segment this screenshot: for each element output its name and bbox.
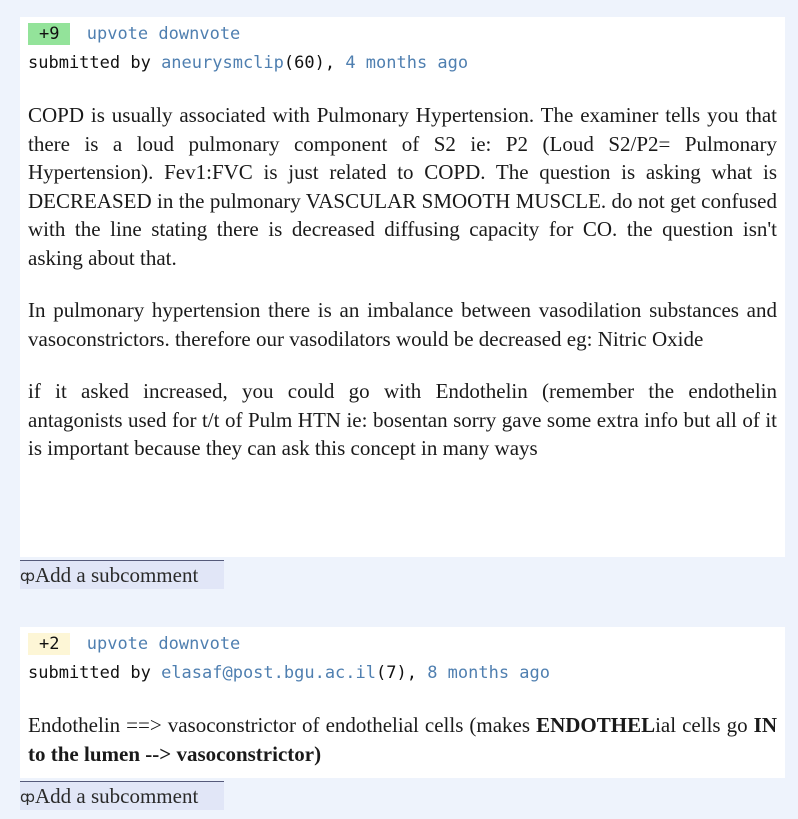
submitted-by-line: submitted by aneurysmclip(60), 4 months … xyxy=(28,52,468,74)
comment-card: +2 upvote downvote submitted by elasaf@p… xyxy=(20,627,785,778)
submitted-by-label: submitted by xyxy=(28,663,162,683)
comment-paragraph: In pulmonary hypertension there is an im… xyxy=(28,298,777,351)
upvote-link[interactable]: upvote xyxy=(87,634,148,654)
body-text: ial cells go xyxy=(655,713,754,737)
submitted-by-line: submitted by elasaf@post.bgu.ac.il(7), 8… xyxy=(28,662,550,684)
add-subcomment-label: Add a subcomment xyxy=(34,784,199,808)
score-badge: +9 xyxy=(28,23,71,45)
submitted-by-label: submitted by xyxy=(28,53,162,73)
add-subcomment-label: Add a subcomment xyxy=(34,563,199,587)
comment-paragraph: COPD is usually associated with Pulmonar… xyxy=(28,103,777,270)
author-link[interactable]: aneurysmclip xyxy=(161,53,284,73)
comment-body: COPD is usually associated with Pulmonar… xyxy=(28,101,777,463)
score-badge: +2 xyxy=(28,633,71,655)
body-bold-text: ENDOTHEL xyxy=(536,713,656,737)
reply-icon: ȹ xyxy=(20,567,35,585)
comment-paragraph: if it asked increased, you could go with… xyxy=(28,379,777,460)
add-subcomment-button[interactable]: ȹAdd a subcomment xyxy=(20,560,224,589)
comment-card: +9 upvote downvote submitted by aneurysm… xyxy=(20,17,785,557)
reply-icon: ȹ xyxy=(20,788,35,806)
downvote-link[interactable]: downvote xyxy=(158,634,240,654)
comment-body: Endothelin ==> vasoconstrictor of endoth… xyxy=(28,711,777,768)
comment-age-link[interactable]: 8 months ago xyxy=(427,663,550,683)
comment-age-link[interactable]: 4 months ago xyxy=(345,53,468,73)
author-link[interactable]: elasaf@post.bgu.ac.il xyxy=(161,663,376,683)
vote-row: +9 upvote downvote xyxy=(28,23,240,45)
downvote-link[interactable]: downvote xyxy=(158,24,240,44)
vote-row: +2 upvote downvote xyxy=(28,633,240,655)
comment-paragraph: Endothelin ==> vasoconstrictor of endoth… xyxy=(28,711,777,768)
author-karma: (60), xyxy=(283,53,346,73)
author-karma: (7), xyxy=(376,663,428,683)
upvote-link[interactable]: upvote xyxy=(87,24,148,44)
add-subcomment-button[interactable]: ȹAdd a subcomment xyxy=(20,781,224,810)
body-text: Endothelin ==> vasoconstrictor of endoth… xyxy=(28,713,537,737)
